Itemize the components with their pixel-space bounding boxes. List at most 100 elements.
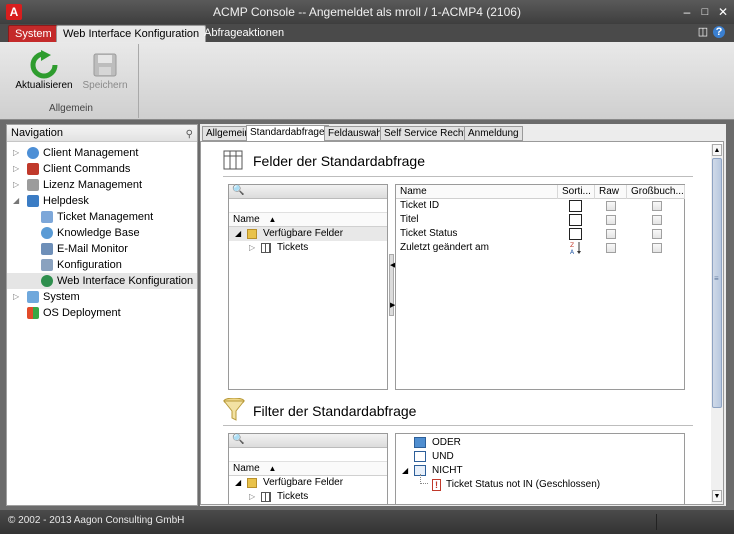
nav-item-ticket-management[interactable]: Ticket Management bbox=[7, 209, 197, 225]
scroll-up-icon[interactable]: ▲ bbox=[712, 144, 722, 156]
logic-label: ODER bbox=[432, 437, 461, 448]
collapse-icon[interactable]: ◢ bbox=[235, 476, 241, 490]
scroll-down-icon[interactable]: ▼ bbox=[712, 490, 722, 502]
helpdesk-icon bbox=[27, 195, 39, 207]
tree-node-tickets[interactable]: ▷ Tickets bbox=[229, 490, 387, 504]
grid-row[interactable]: Ticket ID bbox=[396, 199, 684, 213]
nav-item-web-interface-konfiguration[interactable]: Web Interface Konfiguration bbox=[7, 273, 197, 289]
logic-node-oder[interactable]: ODER bbox=[396, 436, 684, 450]
content-tab-strip: Allgemein Standardabfrage Feldauswahl Se… bbox=[200, 125, 726, 142]
title-bar: A ACMP Console -- Angemeldet als mroll /… bbox=[0, 0, 734, 24]
nav-item-client-management[interactable]: ▷ Client Management bbox=[7, 145, 197, 161]
col-raw[interactable]: Raw bbox=[595, 185, 627, 199]
collapse-icon[interactable]: ◢ bbox=[235, 227, 241, 241]
tree-node-verfuegbare-felder[interactable]: ◢ Verfügbare Felder bbox=[229, 476, 387, 490]
grid-row[interactable]: Titel bbox=[396, 213, 684, 227]
tab-anmeldung[interactable]: Anmeldung bbox=[464, 126, 523, 141]
tree-column-header[interactable]: Name ▲ bbox=[229, 213, 387, 227]
uppercase-checkbox[interactable] bbox=[652, 229, 662, 239]
folder-icon bbox=[247, 229, 257, 239]
tab-feldauswahl[interactable]: Feldauswahl bbox=[324, 126, 389, 141]
logic-condition[interactable]: ! Ticket Status not IN (Geschlossen) bbox=[396, 474, 684, 492]
nav-item-email-monitor[interactable]: E-Mail Monitor bbox=[7, 241, 197, 257]
nav-item-client-commands[interactable]: ▷ Client Commands bbox=[7, 161, 197, 177]
uppercase-checkbox[interactable] bbox=[652, 201, 662, 211]
tree-search-bar[interactable]: 🔍 bbox=[229, 434, 387, 448]
minimize-icon[interactable]: – bbox=[680, 5, 694, 19]
raw-checkbox[interactable] bbox=[606, 215, 616, 225]
tree-node-tickets[interactable]: ▷ Tickets bbox=[229, 241, 387, 255]
fields-section-title: Felder der Standardabfrage bbox=[253, 153, 425, 169]
globe-icon bbox=[41, 275, 53, 287]
sort-none-icon[interactable] bbox=[569, 200, 582, 212]
table-icon bbox=[223, 150, 243, 170]
help-icon[interactable]: ? bbox=[713, 26, 725, 38]
grid-row[interactable]: Zuletzt geändert am Z A bbox=[396, 241, 684, 255]
tree-node-verfuegbare-felder[interactable]: ◢ Verfügbare Felder bbox=[229, 227, 387, 241]
vertical-scrollbar[interactable]: ▲ ≡ ▼ bbox=[711, 144, 723, 504]
col-uppercase[interactable]: Großbuch... bbox=[627, 185, 685, 199]
nav-item-helpdesk[interactable]: ◢ Helpdesk bbox=[7, 193, 197, 209]
refresh-button[interactable]: Aktualisieren bbox=[14, 46, 74, 96]
expand-icon[interactable]: ▷ bbox=[13, 145, 23, 161]
collapse-icon[interactable]: ◢ bbox=[402, 464, 408, 478]
tree-search-bar[interactable]: 🔍 bbox=[229, 185, 387, 199]
knowledge-base-icon bbox=[41, 227, 53, 239]
nav-item-system[interactable]: ▷ System bbox=[7, 289, 197, 305]
col-name[interactable]: Name bbox=[396, 185, 558, 199]
nav-item-konfiguration[interactable]: Konfiguration bbox=[7, 257, 197, 273]
sort-descending-icon[interactable]: Z A bbox=[570, 241, 582, 255]
close-icon[interactable]: ✕ bbox=[716, 5, 730, 19]
row-name: Zuletzt geändert am bbox=[400, 242, 489, 253]
nav-item-lizenz-management[interactable]: ▷ Lizenz Management bbox=[7, 177, 197, 193]
tab-standardabfrage[interactable]: Standardabfrage bbox=[246, 125, 329, 142]
copyright-text: © 2002 - 2013 Aagon Consulting GmbH bbox=[8, 515, 185, 526]
nav-item-knowledge-base[interactable]: Knowledge Base bbox=[7, 225, 197, 241]
maximize-icon[interactable]: □ bbox=[698, 5, 712, 19]
tab-abfrageaktionen[interactable]: Abfrageaktionen bbox=[198, 25, 290, 42]
tab-system[interactable]: System bbox=[8, 25, 59, 42]
row-name: Titel bbox=[400, 214, 419, 225]
sort-none-icon[interactable] bbox=[569, 228, 582, 240]
navigation-header: Navigation ⚲ bbox=[7, 125, 197, 142]
content-area: Allgemein Standardabfrage Feldauswahl Se… bbox=[200, 124, 726, 506]
save-icon bbox=[93, 53, 117, 77]
uppercase-checkbox[interactable] bbox=[652, 215, 662, 225]
scroll-thumb[interactable]: ≡ bbox=[712, 158, 722, 408]
raw-checkbox[interactable] bbox=[606, 243, 616, 253]
expand-icon[interactable]: ▷ bbox=[13, 177, 23, 193]
col-sort[interactable]: Sorti... bbox=[558, 185, 595, 199]
splitter-handle[interactable]: ◀ ▶ bbox=[389, 254, 395, 316]
grid-row[interactable]: Ticket Status bbox=[396, 227, 684, 241]
section-divider bbox=[223, 425, 693, 426]
sort-none-icon[interactable] bbox=[569, 214, 582, 226]
logic-node-nicht[interactable]: ◢ NICHT bbox=[396, 464, 684, 478]
expand-icon[interactable]: ▷ bbox=[249, 490, 255, 504]
tab-web-interface-konfiguration[interactable]: Web Interface Konfiguration bbox=[56, 25, 207, 42]
condition-label: Ticket Status not IN (Geschlossen) bbox=[446, 479, 601, 490]
nav-label: Client Management bbox=[43, 147, 139, 159]
section-divider bbox=[223, 176, 693, 177]
logic-node-und[interactable]: UND bbox=[396, 450, 684, 464]
raw-checkbox[interactable] bbox=[606, 201, 616, 211]
tab-self-service-rechte[interactable]: Self Service Rechte bbox=[380, 126, 476, 141]
raw-checkbox[interactable] bbox=[606, 229, 616, 239]
nav-label: Ticket Management bbox=[57, 211, 154, 223]
collapse-icon[interactable]: ◢ bbox=[13, 193, 23, 209]
search-icon[interactable]: 🔍 bbox=[232, 185, 244, 196]
ribbon-collapse-icon[interactable]: ◫ bbox=[697, 26, 709, 38]
tree-column-header[interactable]: Name ▲ bbox=[229, 462, 387, 476]
search-icon[interactable]: 🔍 bbox=[232, 434, 244, 445]
nav-item-os-deployment[interactable]: OS Deployment bbox=[7, 305, 197, 321]
nav-label: Lizenz Management bbox=[43, 179, 143, 191]
expand-icon[interactable]: ▷ bbox=[13, 161, 23, 177]
save-button[interactable]: Speichern bbox=[75, 46, 135, 96]
grip-icon: ≡ bbox=[714, 274, 719, 283]
expand-icon[interactable]: ▷ bbox=[13, 289, 23, 305]
pin-icon[interactable]: ⚲ bbox=[186, 127, 193, 143]
column-name-label: Name bbox=[233, 214, 260, 225]
standardabfrage-panel: Felder der Standardabfrage 🔍 Name ▲ ◢ Ve… bbox=[200, 141, 724, 505]
uppercase-checkbox[interactable] bbox=[652, 243, 662, 253]
ribbon-group-separator bbox=[138, 44, 139, 118]
expand-icon[interactable]: ▷ bbox=[249, 241, 255, 255]
